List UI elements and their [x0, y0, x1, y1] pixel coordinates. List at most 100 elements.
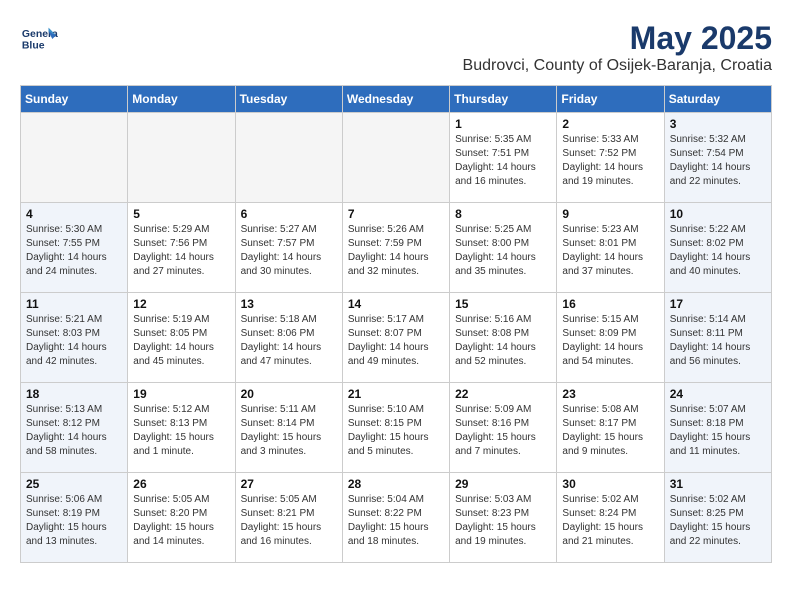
calendar-cell	[235, 113, 342, 203]
day-detail: Sunrise: 5:25 AM Sunset: 8:00 PM Dayligh…	[455, 223, 551, 279]
calendar-cell: 15 Sunrise: 5:16 AM Sunset: 8:08 PM Dayli…	[450, 293, 557, 383]
day-detail: Sunrise: 5:18 AM Sunset: 8:06 PM Dayligh…	[241, 313, 337, 369]
calendar-cell: 31 Sunrise: 5:02 AM Sunset: 8:25 PM Dayli…	[664, 473, 771, 563]
day-number: 15	[455, 297, 551, 311]
calendar-cell	[128, 113, 235, 203]
day-detail: Sunrise: 5:12 AM Sunset: 8:13 PM Dayligh…	[133, 403, 229, 459]
day-detail: Sunrise: 5:10 AM Sunset: 8:15 PM Dayligh…	[348, 403, 444, 459]
day-number: 4	[26, 207, 122, 221]
calendar-week-2: 4Sunrise: 5:30 AM Sunset: 7:55 PM Daylig…	[21, 203, 772, 293]
calendar-cell: 12 Sunrise: 5:19 AM Sunset: 8:05 PM Dayli…	[128, 293, 235, 383]
calendar-cell: 26 Sunrise: 5:05 AM Sunset: 8:20 PM Dayli…	[128, 473, 235, 563]
calendar-cell: 2 Sunrise: 5:33 AM Sunset: 7:52 PM Daylig…	[557, 113, 664, 203]
calendar-week-3: 11Sunrise: 5:21 AM Sunset: 8:03 PM Dayli…	[21, 293, 772, 383]
day-number: 12	[133, 297, 229, 311]
calendar-cell: 30 Sunrise: 5:02 AM Sunset: 8:24 PM Dayli…	[557, 473, 664, 563]
calendar-cell: 9 Sunrise: 5:23 AM Sunset: 8:01 PM Daylig…	[557, 203, 664, 293]
calendar-cell: 20 Sunrise: 5:11 AM Sunset: 8:14 PM Dayli…	[235, 383, 342, 473]
day-detail: Sunrise: 5:02 AM Sunset: 8:25 PM Dayligh…	[670, 493, 766, 549]
svg-text:Blue: Blue	[22, 41, 45, 52]
weekday-header-wednesday: Wednesday	[342, 86, 449, 113]
day-detail: Sunrise: 5:23 AM Sunset: 8:01 PM Dayligh…	[562, 223, 658, 279]
day-number: 9	[562, 207, 658, 221]
day-detail: Sunrise: 5:06 AM Sunset: 8:19 PM Dayligh…	[26, 493, 122, 549]
day-number: 7	[348, 207, 444, 221]
day-number: 25	[26, 477, 122, 491]
day-number: 24	[670, 387, 766, 401]
day-number: 31	[670, 477, 766, 491]
day-number: 21	[348, 387, 444, 401]
day-number: 26	[133, 477, 229, 491]
day-detail: Sunrise: 5:22 AM Sunset: 8:02 PM Dayligh…	[670, 223, 766, 279]
day-number: 19	[133, 387, 229, 401]
calendar-cell: 29Sunrise: 5:03 AM Sunset: 8:23 PM Dayli…	[450, 473, 557, 563]
calendar-cell: 22Sunrise: 5:09 AM Sunset: 8:16 PM Dayli…	[450, 383, 557, 473]
day-detail: Sunrise: 5:02 AM Sunset: 8:24 PM Dayligh…	[562, 493, 658, 549]
day-detail: Sunrise: 5:32 AM Sunset: 7:54 PM Dayligh…	[670, 133, 766, 189]
calendar-cell: 17 Sunrise: 5:14 AM Sunset: 8:11 PM Dayli…	[664, 293, 771, 383]
calendar-cell: 6 Sunrise: 5:27 AM Sunset: 7:57 PM Daylig…	[235, 203, 342, 293]
day-detail: Sunrise: 5:26 AM Sunset: 7:59 PM Dayligh…	[348, 223, 444, 279]
day-number: 14	[348, 297, 444, 311]
calendar-cell: 27Sunrise: 5:05 AM Sunset: 8:21 PM Dayli…	[235, 473, 342, 563]
day-detail: Sunrise: 5:05 AM Sunset: 8:21 PM Dayligh…	[241, 493, 337, 549]
calendar-cell	[21, 113, 128, 203]
calendar-cell: 11Sunrise: 5:21 AM Sunset: 8:03 PM Dayli…	[21, 293, 128, 383]
calendar-cell: 16 Sunrise: 5:15 AM Sunset: 8:09 PM Dayli…	[557, 293, 664, 383]
day-number: 10	[670, 207, 766, 221]
calendar-cell: 3Sunrise: 5:32 AM Sunset: 7:54 PM Daylig…	[664, 113, 771, 203]
calendar-cell: 1 Sunrise: 5:35 AM Sunset: 7:51 PM Daylig…	[450, 113, 557, 203]
day-number: 6	[241, 207, 337, 221]
day-detail: Sunrise: 5:09 AM Sunset: 8:16 PM Dayligh…	[455, 403, 551, 459]
calendar-body: 1 Sunrise: 5:35 AM Sunset: 7:51 PM Daylig…	[21, 113, 772, 563]
calendar-cell: 14 Sunrise: 5:17 AM Sunset: 8:07 PM Dayli…	[342, 293, 449, 383]
day-number: 30	[562, 477, 658, 491]
day-detail: Sunrise: 5:14 AM Sunset: 8:11 PM Dayligh…	[670, 313, 766, 369]
month-title: May 2025	[463, 20, 772, 57]
weekday-header-tuesday: Tuesday	[235, 86, 342, 113]
day-detail: Sunrise: 5:19 AM Sunset: 8:05 PM Dayligh…	[133, 313, 229, 369]
day-number: 28	[348, 477, 444, 491]
day-number: 1	[455, 117, 551, 131]
day-number: 16	[562, 297, 658, 311]
weekday-header-row: SundayMondayTuesdayWednesdayThursdayFrid…	[21, 86, 772, 113]
calendar-cell: 21 Sunrise: 5:10 AM Sunset: 8:15 PM Dayli…	[342, 383, 449, 473]
calendar-cell: 24 Sunrise: 5:07 AM Sunset: 8:18 PM Dayli…	[664, 383, 771, 473]
day-detail: Sunrise: 5:07 AM Sunset: 8:18 PM Dayligh…	[670, 403, 766, 459]
day-detail: Sunrise: 5:08 AM Sunset: 8:17 PM Dayligh…	[562, 403, 658, 459]
calendar-week-4: 18Sunrise: 5:13 AM Sunset: 8:12 PM Dayli…	[21, 383, 772, 473]
day-number: 17	[670, 297, 766, 311]
day-number: 20	[241, 387, 337, 401]
logo: General Blue	[20, 20, 58, 58]
calendar-cell: 23 Sunrise: 5:08 AM Sunset: 8:17 PM Dayli…	[557, 383, 664, 473]
day-number: 13	[241, 297, 337, 311]
calendar-cell	[342, 113, 449, 203]
day-detail: Sunrise: 5:05 AM Sunset: 8:20 PM Dayligh…	[133, 493, 229, 549]
calendar-cell: 25 Sunrise: 5:06 AM Sunset: 8:19 PM Dayli…	[21, 473, 128, 563]
calendar-week-5: 25 Sunrise: 5:06 AM Sunset: 8:19 PM Dayli…	[21, 473, 772, 563]
title-area: May 2025 Budrovci, County of Osijek-Bara…	[463, 20, 772, 75]
day-detail: Sunrise: 5:35 AM Sunset: 7:51 PM Dayligh…	[455, 133, 551, 189]
day-detail: Sunrise: 5:16 AM Sunset: 8:08 PM Dayligh…	[455, 313, 551, 369]
day-detail: Sunrise: 5:11 AM Sunset: 8:14 PM Dayligh…	[241, 403, 337, 459]
calendar-cell: 19 Sunrise: 5:12 AM Sunset: 8:13 PM Dayli…	[128, 383, 235, 473]
calendar-cell: 5Sunrise: 5:29 AM Sunset: 7:56 PM Daylig…	[128, 203, 235, 293]
calendar-cell: 7 Sunrise: 5:26 AM Sunset: 7:59 PM Daylig…	[342, 203, 449, 293]
logo-icon: General Blue	[20, 20, 58, 58]
weekday-header-sunday: Sunday	[21, 86, 128, 113]
day-detail: Sunrise: 5:29 AM Sunset: 7:56 PM Dayligh…	[133, 223, 229, 279]
day-number: 23	[562, 387, 658, 401]
weekday-header-thursday: Thursday	[450, 86, 557, 113]
day-number: 8	[455, 207, 551, 221]
day-detail: Sunrise: 5:33 AM Sunset: 7:52 PM Dayligh…	[562, 133, 658, 189]
weekday-header-monday: Monday	[128, 86, 235, 113]
day-number: 2	[562, 117, 658, 131]
calendar-cell: 4Sunrise: 5:30 AM Sunset: 7:55 PM Daylig…	[21, 203, 128, 293]
day-detail: Sunrise: 5:27 AM Sunset: 7:57 PM Dayligh…	[241, 223, 337, 279]
calendar-week-1: 1 Sunrise: 5:35 AM Sunset: 7:51 PM Daylig…	[21, 113, 772, 203]
day-detail: Sunrise: 5:17 AM Sunset: 8:07 PM Dayligh…	[348, 313, 444, 369]
calendar-cell: 13 Sunrise: 5:18 AM Sunset: 8:06 PM Dayli…	[235, 293, 342, 383]
calendar-cell: 8 Sunrise: 5:25 AM Sunset: 8:00 PM Daylig…	[450, 203, 557, 293]
calendar-cell: 18Sunrise: 5:13 AM Sunset: 8:12 PM Dayli…	[21, 383, 128, 473]
day-detail: Sunrise: 5:15 AM Sunset: 8:09 PM Dayligh…	[562, 313, 658, 369]
